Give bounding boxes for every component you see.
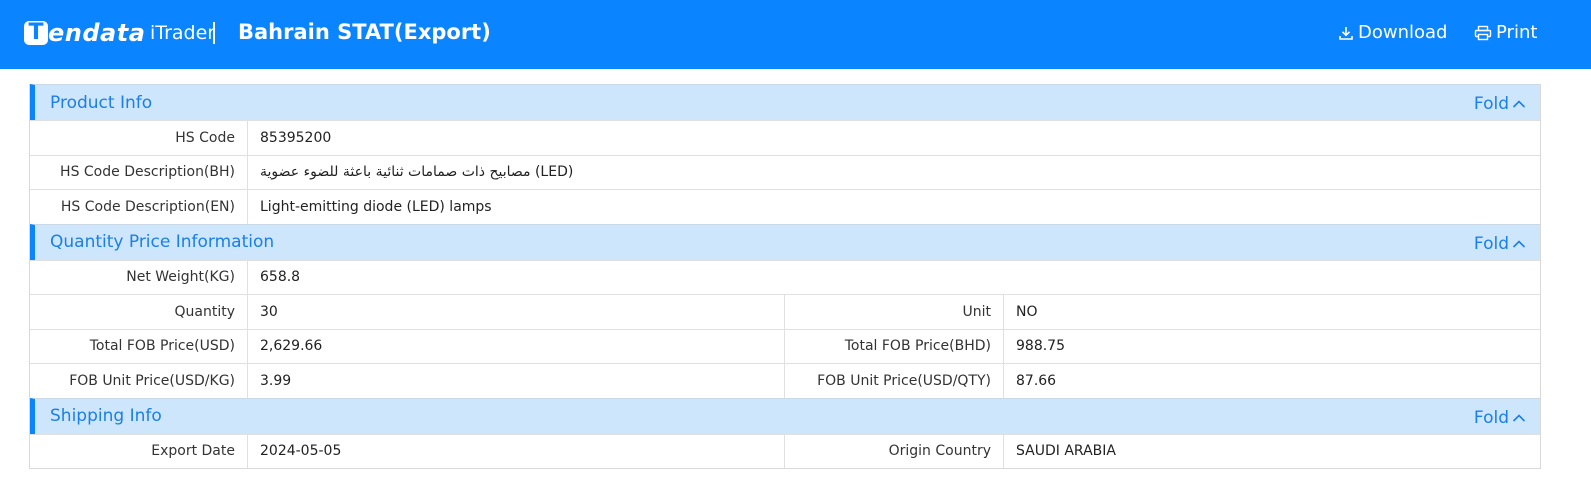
fold-label: Fold	[1473, 94, 1509, 114]
field-value: Light-emitting diode (LED) lamps	[260, 198, 492, 215]
field-value: 2,629.66	[248, 329, 785, 363]
field-value: 85395200	[260, 129, 332, 146]
logo-mark: T	[24, 21, 48, 45]
field-value: 2024-05-05	[248, 434, 785, 468]
chevron-up-icon	[1512, 413, 1526, 422]
table-row: Total FOB Price(USD) 2,629.66 Total FOB …	[30, 328, 1540, 363]
fold-label: Fold	[1473, 233, 1509, 254]
field-label: HS Code Description(EN)	[30, 190, 248, 224]
field-label: FOB Unit Price(USD/KG)	[30, 364, 248, 398]
section-header-shipping-info: Shipping Info Fold	[30, 397, 1540, 434]
table-row: Quantity 30 Unit NO	[30, 294, 1540, 329]
field-value: 658.8	[260, 269, 301, 286]
field-value: 3.99	[248, 364, 785, 398]
table-row: HS Code 85395200	[30, 120, 1540, 155]
fold-button[interactable]: Fold	[1474, 234, 1526, 254]
field-value: مصابيح ذات صمامات ثنائية باعثة للضوء عضو…	[260, 164, 574, 181]
field-label: Net Weight(KG)	[30, 260, 248, 294]
section-title: Shipping Info	[50, 406, 162, 426]
table-row: HS Code Description(BH) مصابيح ذات صماما…	[30, 154, 1540, 189]
table-row: FOB Unit Price(USD/KG) 3.99 FOB Unit Pri…	[30, 363, 1540, 398]
chevron-up-icon	[1512, 100, 1526, 108]
tendata-logo[interactable]: T endata	[24, 19, 146, 47]
field-label: Origin Country	[785, 434, 1004, 468]
field-label: HS Code Description(BH)	[30, 155, 248, 189]
table-row: Export Date 2024-05-05 Origin Country SA…	[30, 433, 1540, 468]
detail-content: Product Info Fold HS Code 85395200 HS Co…	[29, 84, 1541, 469]
top-bar: T endata iTrader Bahrain STAT(Export) Do…	[0, 0, 1591, 69]
product-name: iTrader	[150, 22, 216, 44]
chevron-up-icon	[1512, 239, 1526, 248]
section-header-product-info: Product Info Fold	[30, 84, 1540, 120]
print-label: Print	[1496, 22, 1538, 43]
download-label: Download	[1358, 22, 1448, 43]
field-label: FOB Unit Price(USD/QTY)	[785, 364, 1004, 398]
fold-button[interactable]: Fold	[1474, 408, 1526, 428]
logo-text: endata	[48, 19, 146, 47]
table-row: Net Weight(KG) 658.8	[30, 259, 1540, 294]
field-value: SAUDI ARABIA	[1016, 443, 1116, 460]
download-button[interactable]: Download	[1338, 22, 1447, 43]
field-label: HS Code	[30, 121, 248, 155]
field-label: Quantity	[30, 295, 248, 329]
fold-button[interactable]: Fold	[1474, 94, 1526, 114]
field-label: Total FOB Price(BHD)	[785, 329, 1004, 363]
printer-icon	[1474, 25, 1492, 40]
field-label: Unit	[785, 295, 1004, 329]
section-header-quantity-price: Quantity Price Information Fold	[30, 223, 1540, 260]
field-label: Export Date	[30, 434, 248, 468]
download-icon	[1339, 26, 1353, 40]
section-title: Product Info	[50, 92, 153, 113]
field-value: 30	[248, 295, 785, 329]
field-value: NO	[1016, 303, 1038, 320]
fold-label: Fold	[1473, 407, 1509, 428]
field-value: 988.75	[1016, 338, 1065, 355]
table-row: HS Code Description(EN) Light-emitting d…	[30, 189, 1540, 224]
print-button[interactable]: Print	[1474, 22, 1537, 43]
section-title: Quantity Price Information	[50, 232, 275, 252]
header-divider	[213, 22, 215, 44]
page-title: Bahrain STAT(Export)	[238, 20, 491, 44]
field-value: 87.66	[1016, 372, 1057, 389]
field-label: Total FOB Price(USD)	[30, 329, 248, 363]
